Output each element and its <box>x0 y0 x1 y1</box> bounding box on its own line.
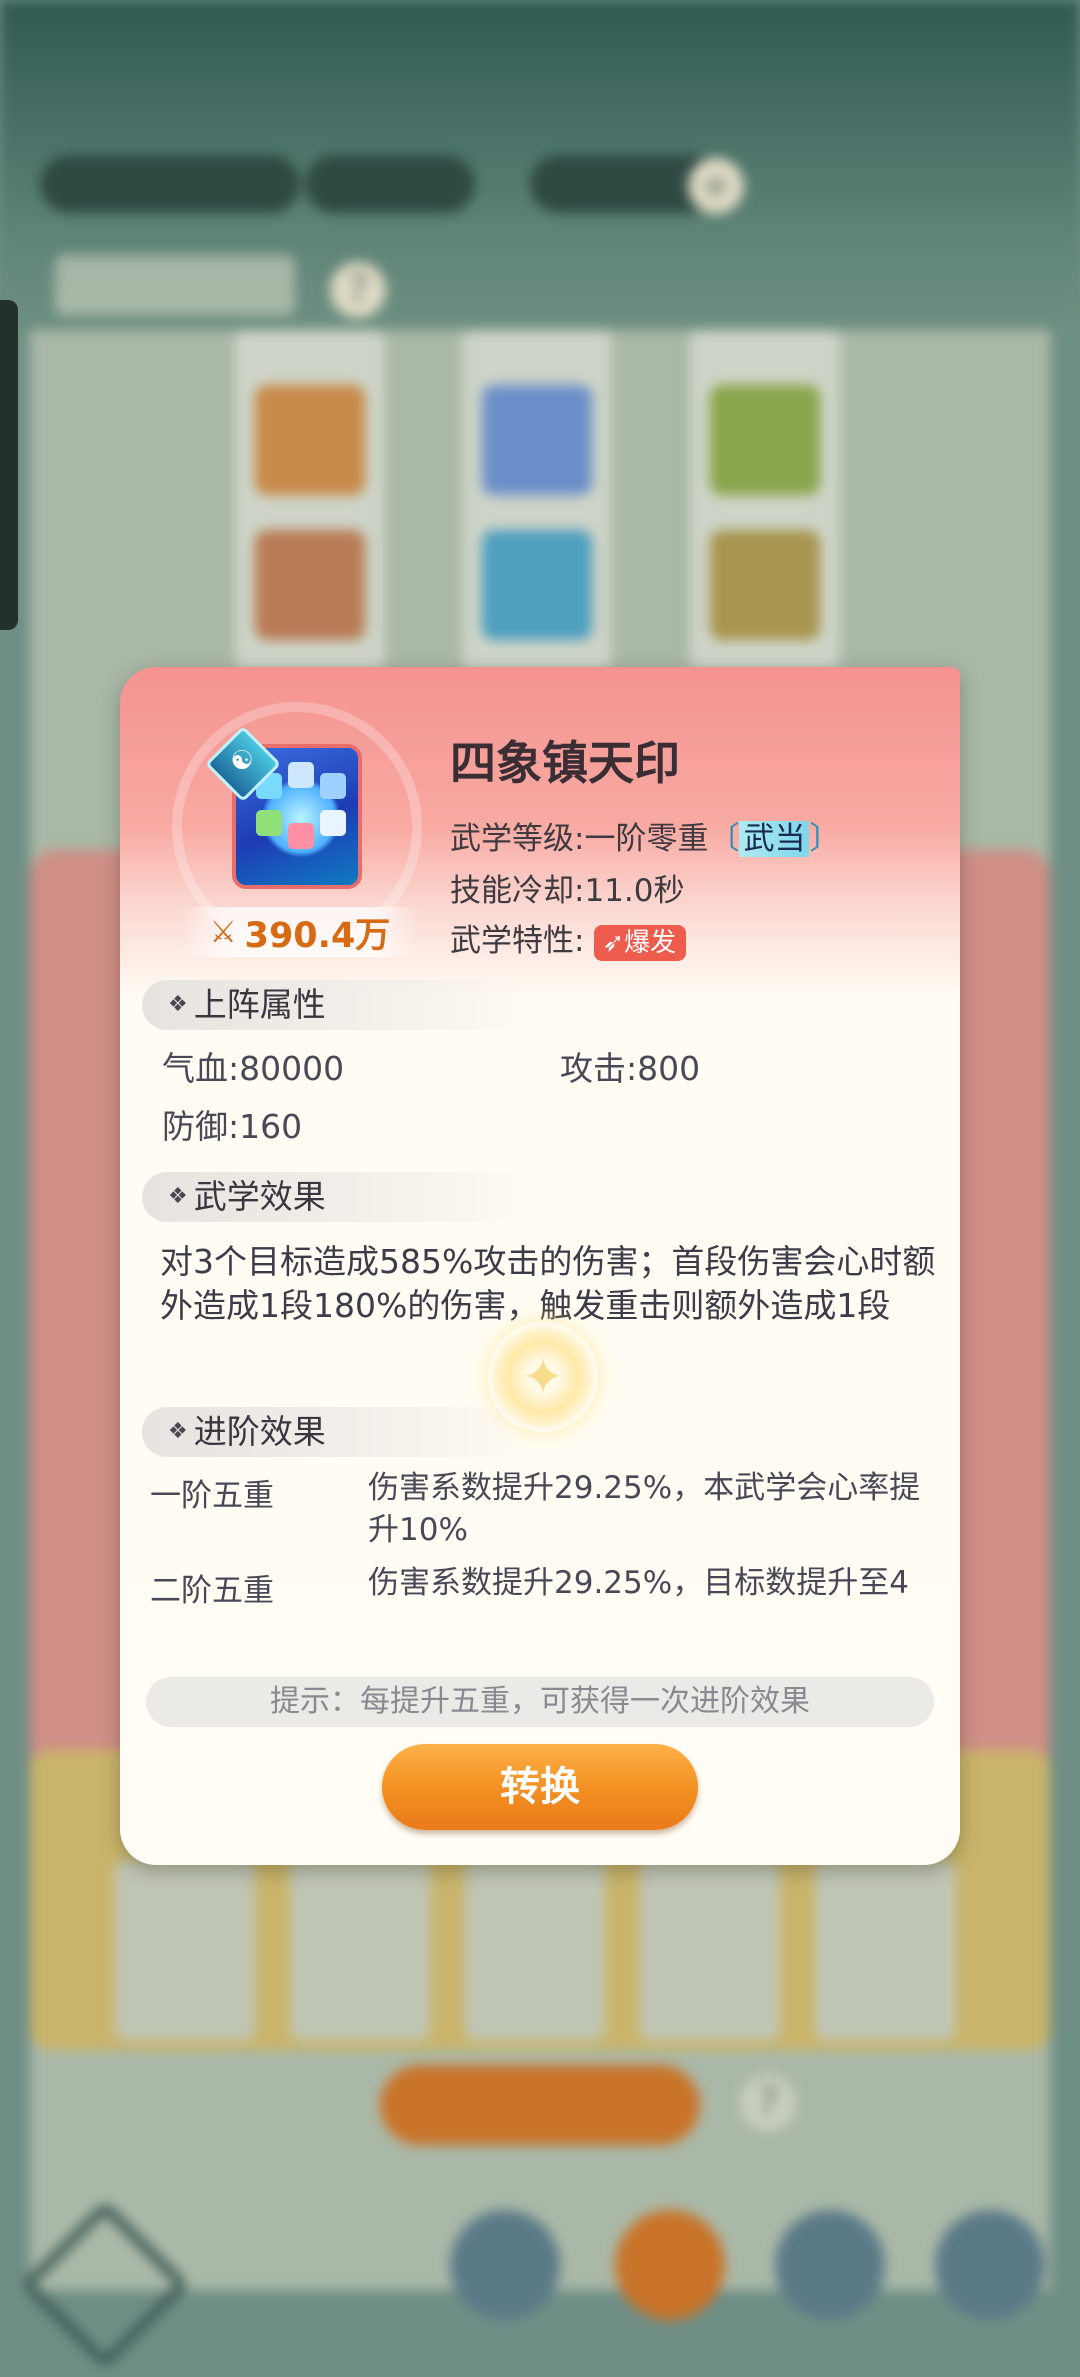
background-add-icon: + <box>688 158 744 214</box>
background-nav-icon <box>450 2210 560 2320</box>
attack-stat: 攻击:800 <box>560 1042 700 1090</box>
background-tile <box>710 530 820 640</box>
background-tile <box>710 385 820 495</box>
advance-effect-header: ❖ 进阶效果 <box>142 1407 532 1457</box>
background-resource-pill <box>40 155 300 213</box>
skill-name: 四象镇天印 <box>450 736 680 790</box>
trait-row: 武学特性: ➶爆发 <box>450 915 687 961</box>
background-card <box>465 1860 605 2040</box>
background-tile <box>255 530 365 640</box>
burst-trait-label: 爆发 <box>624 927 677 958</box>
defense-value: 160 <box>239 1107 303 1146</box>
background-card <box>290 1860 430 2040</box>
diamond-bullet-icon: ❖ <box>168 1419 188 1444</box>
hp-label: 气血: <box>162 1049 240 1088</box>
taiji-icon: ☯ <box>230 746 254 776</box>
burst-trait-badge: ➶爆发 <box>594 924 687 961</box>
skill-detail-modal: ☯ ⚔ 390.4万 四象镇天印 武学等级:一阶零重〔 武当〕 技能冷却:11.0… <box>120 667 960 1865</box>
tip-bar: 提示：每提升五重，可获得一次进阶效果 <box>146 1677 934 1727</box>
deploy-attributes-title: 上阵属性 <box>193 985 326 1024</box>
skill-effect-header: ❖ 武学效果 <box>142 1172 532 1222</box>
skill-level-label: 武学等级: <box>450 821 585 857</box>
cooldown-row: 技能冷却:11.0秒 <box>450 865 684 910</box>
background-tile <box>482 385 592 495</box>
defense-label: 防御: <box>162 1107 240 1146</box>
convert-button[interactable]: 转换 <box>382 1744 698 1830</box>
background-tile <box>255 385 365 495</box>
crossed-swords-icon: ⚔ <box>209 914 237 950</box>
skill-icon-cube <box>320 773 346 799</box>
background-card <box>115 1860 255 2040</box>
background-resource-pill <box>305 155 475 213</box>
burst-icon: ➶ <box>602 927 625 958</box>
defense-stat: 防御:160 <box>162 1100 302 1148</box>
cooldown-value: 11.0秒 <box>584 873 685 909</box>
hp-value: 80000 <box>239 1049 345 1088</box>
combat-power: ⚔ 390.4万 <box>180 907 420 957</box>
skill-level-value: 一阶零重 <box>584 821 709 857</box>
advance-stage-text: 伤害系数提升29.25%，本武学会心率提升10% <box>368 1470 921 1548</box>
skill-icon-cube <box>288 762 314 788</box>
diamond-bullet-icon: ❖ <box>168 992 188 1017</box>
skill-icon-cube <box>288 823 314 849</box>
sect-bracket-close: 〕 <box>809 821 841 857</box>
background-tile <box>482 530 592 640</box>
deploy-attributes-header: ❖ 上阵属性 <box>142 980 532 1030</box>
advance-stage-text: 伤害系数提升29.25%，目标数提升至4 <box>368 1565 909 1601</box>
background-button <box>380 2065 700 2145</box>
advance-stage-label: 一阶五重 <box>150 1478 274 1514</box>
diamond-bullet-icon: ❖ <box>168 1184 188 1209</box>
background-title <box>55 255 295 315</box>
skill-icon-cube <box>256 810 282 836</box>
skill-icon-cube <box>320 810 346 836</box>
hp-stat: 气血:80000 <box>162 1042 344 1090</box>
sect-bracket-open: 〔 <box>708 821 740 857</box>
attack-value: 800 <box>637 1049 701 1088</box>
cooldown-label: 技能冷却: <box>450 873 585 909</box>
skill-effect-title: 武学效果 <box>193 1177 326 1216</box>
background-help-icon: ? <box>740 2075 796 2131</box>
trait-label: 武学特性: <box>450 923 585 959</box>
background-help-icon: ? <box>330 262 386 318</box>
background-nav-icon <box>935 2210 1045 2320</box>
combat-power-value: 390.4万 <box>244 915 391 956</box>
background-card <box>815 1860 955 2040</box>
advance-stage-label: 二阶五重 <box>150 1573 274 1609</box>
side-handle <box>0 300 18 630</box>
sect-name: 武当 <box>739 821 810 857</box>
background-nav-icon <box>615 2210 725 2320</box>
skill-level-row: 武学等级:一阶零重〔 武当〕 <box>450 813 840 858</box>
attack-label: 攻击: <box>560 1049 638 1088</box>
background-card <box>640 1860 780 2040</box>
skill-effect-description: 对3个目标造成585%攻击的伤害；首段伤害会心时额外造成1段180%的伤害，触发… <box>160 1242 936 1325</box>
background-nav-icon <box>775 2210 885 2320</box>
advance-effect-title: 进阶效果 <box>193 1412 326 1451</box>
